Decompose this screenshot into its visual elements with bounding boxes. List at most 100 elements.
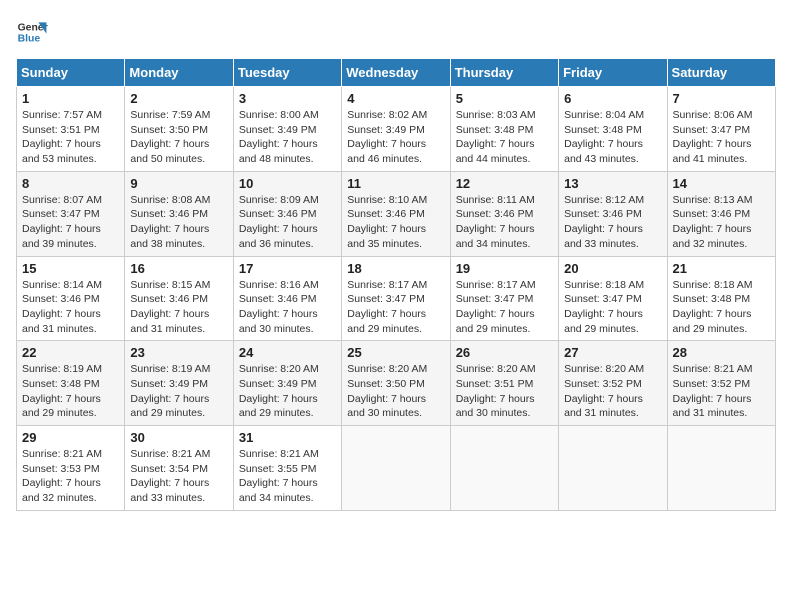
daylight-minutes: and 33 minutes. xyxy=(130,492,205,504)
day-number: 15 xyxy=(22,261,119,276)
day-cell: 13Sunrise: 8:12 AMSunset: 3:46 PMDayligh… xyxy=(559,171,667,256)
day-cell: 15Sunrise: 8:14 AMSunset: 3:46 PMDayligh… xyxy=(17,256,125,341)
daylight-minutes: and 29 minutes. xyxy=(456,323,531,335)
daylight-hours: Daylight: 7 hours xyxy=(130,223,209,235)
day-detail: Sunrise: 8:02 AMSunset: 3:49 PMDaylight:… xyxy=(347,108,444,167)
svg-text:Blue: Blue xyxy=(18,34,41,45)
day-cell: 2Sunrise: 7:59 AMSunset: 3:50 PMDaylight… xyxy=(125,87,233,172)
day-number: 29 xyxy=(22,430,119,445)
day-number: 8 xyxy=(22,176,119,191)
sunset-text: Sunset: 3:46 PM xyxy=(239,208,317,220)
daylight-minutes: and 32 minutes. xyxy=(673,238,748,250)
sunrise-text: Sunrise: 8:21 AM xyxy=(22,448,102,460)
calendar-header: SundayMondayTuesdayWednesdayThursdayFrid… xyxy=(17,59,776,87)
day-number: 3 xyxy=(239,91,336,106)
sunrise-text: Sunrise: 8:13 AM xyxy=(673,194,753,206)
sunset-text: Sunset: 3:46 PM xyxy=(22,293,100,305)
sunset-text: Sunset: 3:46 PM xyxy=(130,208,208,220)
sunrise-text: Sunrise: 7:57 AM xyxy=(22,109,102,121)
daylight-hours: Daylight: 7 hours xyxy=(22,477,101,489)
daylight-minutes: and 43 minutes. xyxy=(564,153,639,165)
day-cell: 10Sunrise: 8:09 AMSunset: 3:46 PMDayligh… xyxy=(233,171,341,256)
day-cell: 3 Sunrise: 8:00 AMSunset: 3:49 PMDaylight… xyxy=(233,87,341,172)
sunset-text: Sunset: 3:47 PM xyxy=(22,208,100,220)
sunrise-text: Sunrise: 8:18 AM xyxy=(673,279,753,291)
daylight-hours: Daylight: 7 hours xyxy=(673,393,752,405)
daylight-minutes: and 29 minutes. xyxy=(564,323,639,335)
sunrise-text: Sunrise: 8:21 AM xyxy=(130,448,210,460)
day-detail: Sunrise: 8:18 AM Sunset: 3:48 PM Daylight:… xyxy=(673,278,770,337)
sunrise-text: Sunrise: 8:02 AM xyxy=(347,109,427,121)
day-cell: 25Sunrise: 8:20 AMSunset: 3:50 PMDayligh… xyxy=(342,341,450,426)
sunrise-text: Sunrise: 8:11 AM xyxy=(456,194,535,206)
daylight-hours: Daylight: 7 hours xyxy=(564,393,643,405)
day-cell: 14Sunrise: 8:13 AMSunset: 3:46 PMDayligh… xyxy=(667,171,775,256)
sunrise-text: Sunrise: 8:19 AM xyxy=(130,363,210,375)
week-row-1: 1Sunrise: 7:57 AMSunset: 3:51 PMDaylight… xyxy=(17,87,776,172)
logo-icon: General Blue xyxy=(16,16,48,48)
day-cell: 17Sunrise: 8:16 AMSunset: 3:46 PMDayligh… xyxy=(233,256,341,341)
sunset-text: Sunset: 3:48 PM xyxy=(22,378,100,390)
day-detail: Sunrise: 8:15 AMSunset: 3:46 PMDaylight:… xyxy=(130,278,227,337)
daylight-minutes: and 33 minutes. xyxy=(564,238,639,250)
day-detail: Sunrise: 8:06 AMSunset: 3:47 PMDaylight:… xyxy=(673,108,770,167)
daylight-minutes: and 35 minutes. xyxy=(347,238,422,250)
day-cell xyxy=(450,426,558,511)
day-number: 7 xyxy=(673,91,770,106)
day-cell: 12Sunrise: 8:11 AMSunset: 3:46 PMDayligh… xyxy=(450,171,558,256)
daylight-minutes: and 31 minutes. xyxy=(564,407,639,419)
day-number: 26 xyxy=(456,345,553,360)
sunrise-text: Sunrise: 8:04 AM xyxy=(564,109,644,121)
daylight-minutes: and 46 minutes. xyxy=(347,153,422,165)
sunrise-text: Sunrise: 8:10 AM xyxy=(347,194,427,206)
day-cell: 8 Sunrise: 8:07 AMSunset: 3:47 PMDaylight… xyxy=(17,171,125,256)
day-detail: Sunrise: 8:07 AMSunset: 3:47 PMDaylight:… xyxy=(22,193,119,252)
sunset-text: Sunset: 3:46 PM xyxy=(456,208,534,220)
daylight-hours: Daylight: 7 hours xyxy=(347,223,426,235)
daylight-minutes: and 50 minutes. xyxy=(130,153,205,165)
day-detail: Sunrise: 8:21 AMSunset: 3:55 PMDaylight:… xyxy=(239,447,336,506)
sunset-text: Sunset: 3:49 PM xyxy=(347,124,425,136)
sunset-text: Sunset: 3:49 PM xyxy=(130,378,208,390)
day-detail: Sunrise: 8:00 AMSunset: 3:49 PMDaylight:… xyxy=(239,108,336,167)
sunset-text: Sunset: 3:48 PM xyxy=(564,124,642,136)
sunrise-text: Sunrise: 8:21 AM xyxy=(673,363,753,375)
sunrise-text: Sunrise: 8:12 AM xyxy=(564,194,644,206)
col-header-friday: Friday xyxy=(559,59,667,87)
day-cell: 23Sunrise: 8:19 AMSunset: 3:49 PMDayligh… xyxy=(125,341,233,426)
sunset-text: Sunset: 3:47 PM xyxy=(673,124,751,136)
daylight-minutes: and 34 minutes. xyxy=(456,238,531,250)
day-cell: 22Sunrise: 8:19 AMSunset: 3:48 PMDayligh… xyxy=(17,341,125,426)
logo: General Blue xyxy=(16,16,48,48)
daylight-hours: Daylight: 7 hours xyxy=(456,308,535,320)
daylight-hours: Daylight: 7 hours xyxy=(456,138,535,150)
day-detail: Sunrise: 8:18 AMSunset: 3:47 PMDaylight:… xyxy=(564,278,661,337)
day-number: 14 xyxy=(673,176,770,191)
sunset-text: Sunset: 3:48 PM xyxy=(673,293,751,305)
day-cell: 20Sunrise: 8:18 AMSunset: 3:47 PMDayligh… xyxy=(559,256,667,341)
day-cell: 24Sunrise: 8:20 AMSunset: 3:49 PMDayligh… xyxy=(233,341,341,426)
daylight-hours: Daylight: 7 hours xyxy=(22,308,101,320)
day-detail: Sunrise: 8:17 AMSunset: 3:47 PMDaylight:… xyxy=(456,278,553,337)
day-number: 25 xyxy=(347,345,444,360)
sunrise-text: Sunrise: 8:17 AM xyxy=(456,279,536,291)
daylight-hours: Daylight: 7 hours xyxy=(239,138,318,150)
sunset-text: Sunset: 3:48 PM xyxy=(456,124,534,136)
sunrise-text: Sunrise: 8:19 AM xyxy=(22,363,102,375)
daylight-hours: Daylight: 7 hours xyxy=(673,308,752,320)
col-header-wednesday: Wednesday xyxy=(342,59,450,87)
day-detail: Sunrise: 8:04 AMSunset: 3:48 PMDaylight:… xyxy=(564,108,661,167)
day-number: 1 xyxy=(22,91,119,106)
day-cell: 5Sunrise: 8:03 AMSunset: 3:48 PMDaylight… xyxy=(450,87,558,172)
day-detail: Sunrise: 8:09 AMSunset: 3:46 PMDaylight:… xyxy=(239,193,336,252)
sunset-text: Sunset: 3:46 PM xyxy=(130,293,208,305)
sunrise-text: Sunrise: 8:20 AM xyxy=(456,363,536,375)
daylight-hours: Daylight: 7 hours xyxy=(456,393,535,405)
daylight-minutes: and 29 minutes. xyxy=(673,323,748,335)
day-detail: Sunrise: 7:59 AMSunset: 3:50 PMDaylight:… xyxy=(130,108,227,167)
day-cell: 4Sunrise: 8:02 AMSunset: 3:49 PMDaylight… xyxy=(342,87,450,172)
sunset-text: Sunset: 3:52 PM xyxy=(673,378,751,390)
day-number: 24 xyxy=(239,345,336,360)
day-cell: 26Sunrise: 8:20 AMSunset: 3:51 PMDayligh… xyxy=(450,341,558,426)
day-number: 22 xyxy=(22,345,119,360)
